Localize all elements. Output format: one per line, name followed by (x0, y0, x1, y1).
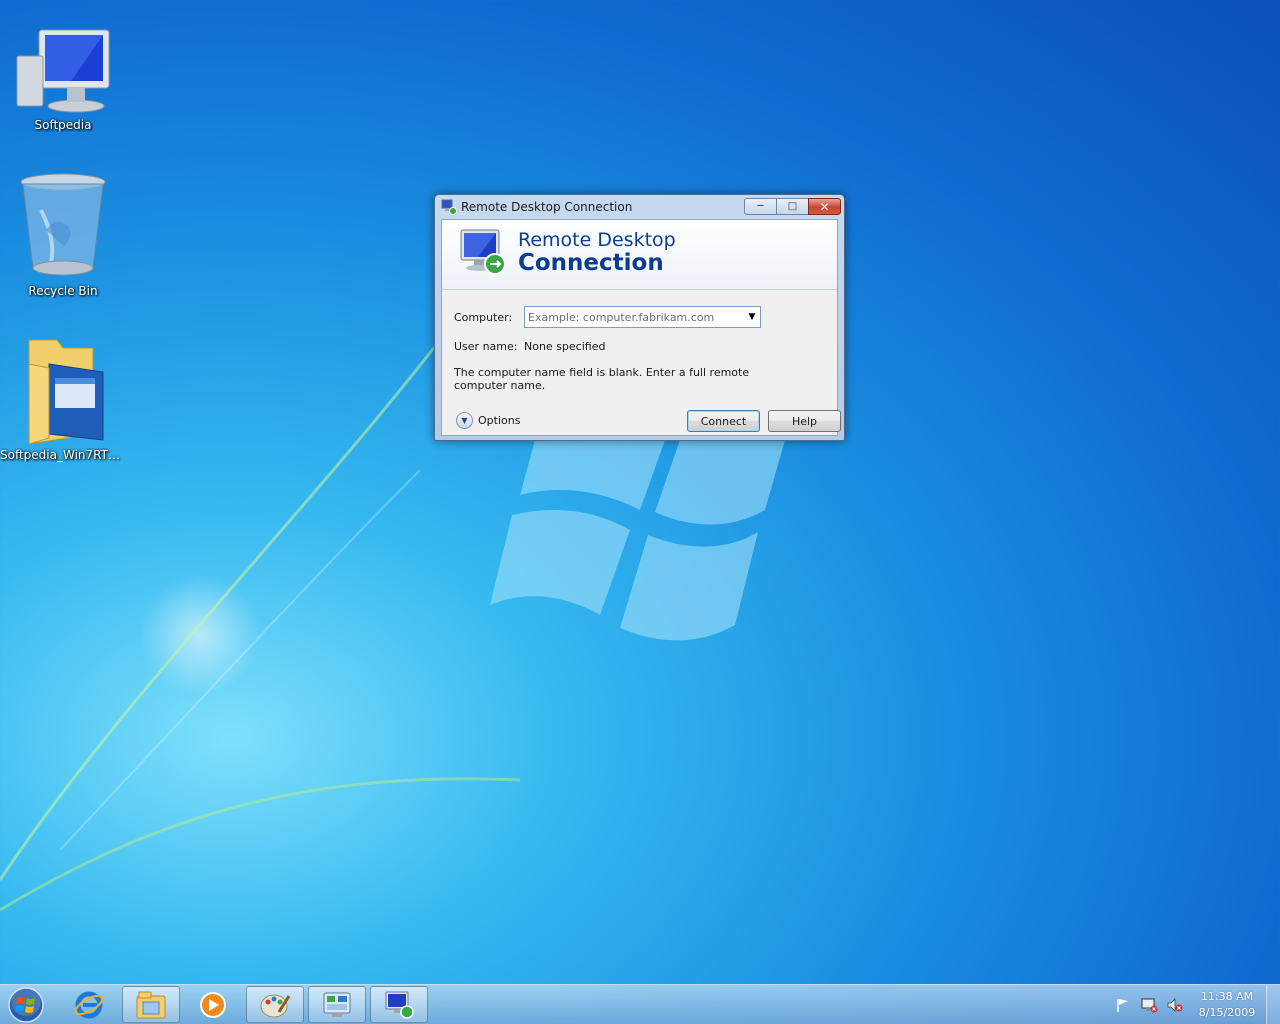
connect-button[interactable]: Connect (687, 410, 760, 432)
taskbar-item-internet-explorer[interactable] (60, 986, 118, 1023)
desktop-icon-folder[interactable]: Softpedia_Win7RTMS... (0, 334, 126, 462)
volume-muted-icon[interactable] (1164, 994, 1186, 1016)
banner-title-line1: Remote Desktop (518, 229, 676, 251)
dialog-titlebar[interactable]: Remote Desktop Connection ─ □ ✕ (441, 195, 841, 219)
chevron-down-icon: ▼ (456, 412, 473, 429)
recycle-bin-icon (20, 173, 106, 276)
computer-combobox[interactable]: ▼ (524, 306, 761, 328)
status-message: The computer name field is blank. Enter … (454, 366, 750, 392)
remote-desktop-logo-icon (460, 229, 506, 275)
windows-start-icon (8, 986, 44, 1023)
computer-label: Computer: (454, 311, 513, 324)
taskbar: 11:38 AM 8/15/2009 (0, 984, 1280, 1024)
banner-title-line2: Connection (518, 250, 664, 276)
help-button[interactable]: Help (768, 410, 841, 432)
username-label: User name: (454, 340, 518, 353)
options-toggle[interactable]: ▼ Options (456, 412, 520, 429)
desktop-icon-label: Softpedia_Win7RTMS... (0, 448, 126, 462)
desktop-icon-computer[interactable]: Softpedia (0, 26, 126, 132)
computer-icon (16, 29, 110, 113)
remote-desktop-icon (385, 991, 414, 1019)
close-icon: ✕ (819, 199, 830, 214)
folder-icon (28, 339, 104, 445)
dialog-banner: Remote Desktop Connection (442, 220, 837, 290)
clock-time: 11:38 AM (1200, 990, 1254, 1003)
maximize-icon: □ (787, 200, 798, 212)
media-player-icon (200, 991, 226, 1018)
desktop-icon-recycle-bin[interactable]: Recycle Bin (0, 170, 126, 298)
paint-icon (260, 994, 291, 1017)
computer-input[interactable] (525, 308, 744, 326)
start-button[interactable] (4, 986, 48, 1024)
desktop-icon-label: Recycle Bin (28, 284, 98, 298)
maximize-button[interactable]: □ (776, 198, 808, 215)
username-value: None specified (524, 340, 606, 353)
taskbar-item-remote-desktop[interactable] (370, 986, 428, 1023)
show-desktop-button[interactable] (1266, 985, 1280, 1024)
chevron-down-icon[interactable]: ▼ (744, 312, 760, 322)
minimize-icon: ─ (757, 200, 764, 212)
explorer-icon (136, 991, 166, 1018)
clock-date: 8/15/2009 (1198, 1006, 1256, 1019)
ie-icon (74, 991, 104, 1018)
desktop-icon-label: Softpedia (34, 118, 92, 132)
close-button[interactable]: ✕ (808, 198, 841, 215)
dialog-client-area: Remote Desktop Connection Computer: ▼ Us… (441, 219, 841, 436)
taskbar-item-media-player[interactable] (184, 986, 242, 1023)
wallpaper (0, 339, 785, 912)
network-icon[interactable] (1138, 994, 1160, 1016)
control-panel-icon (323, 992, 351, 1017)
remote-desktop-dialog: Remote Desktop Connection ─ □ ✕ Remote D… (434, 194, 845, 441)
system-clock[interactable]: 11:38 AM 8/15/2009 (1194, 989, 1260, 1021)
dialog-title: Remote Desktop Connection (461, 200, 633, 214)
action-center-flag-icon[interactable] (1112, 994, 1134, 1016)
taskbar-item-control-panel[interactable] (308, 986, 366, 1023)
system-tray: 11:38 AM 8/15/2009 (1112, 985, 1280, 1024)
taskbar-item-windows-explorer[interactable] (122, 986, 180, 1023)
remote-desktop-small-icon (441, 199, 457, 215)
taskbar-item-paint[interactable] (246, 986, 304, 1023)
minimize-button[interactable]: ─ (744, 198, 776, 215)
options-label: Options (478, 414, 521, 427)
